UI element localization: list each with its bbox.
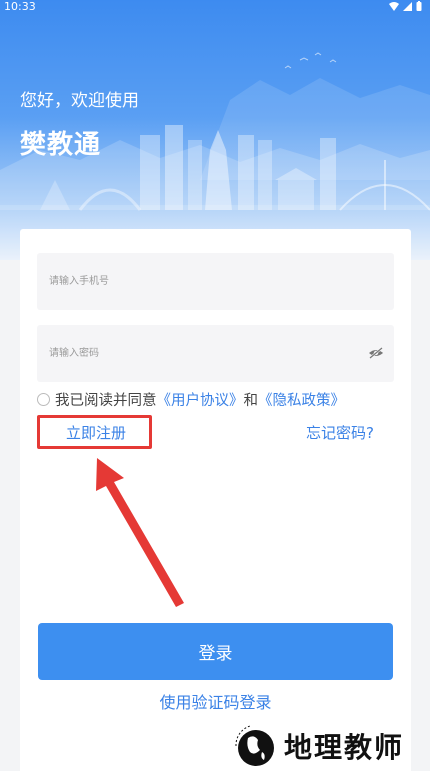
password-field-container — [37, 325, 394, 382]
phone-input[interactable] — [37, 253, 394, 310]
agreement-prefix: 我已阅读并同意 — [55, 393, 157, 409]
login-card: 我已阅读并同意 《用户协议》 和 《隐私政策》 立即注册 忘记密码? 登录 使用… — [20, 229, 411, 771]
battery-icon — [416, 1, 422, 11]
signal-icon — [403, 1, 412, 11]
phone-field-container — [37, 253, 394, 310]
login-button[interactable]: 登录 — [38, 623, 393, 680]
password-input[interactable] — [37, 325, 394, 382]
privacy-policy-link[interactable]: 《隐私政策》 — [258, 389, 345, 410]
watermark: 地理教师 — [230, 722, 404, 770]
status-bar: 10:33 — [0, 0, 430, 14]
user-agreement-link[interactable]: 《用户协议》 — [157, 389, 244, 410]
eye-hidden-icon[interactable] — [368, 345, 384, 361]
agreement-row: 我已阅读并同意 《用户协议》 和 《隐私政策》 — [37, 389, 345, 410]
sms-login-link[interactable]: 使用验证码登录 — [20, 689, 411, 713]
agreement-and: 和 — [243, 393, 259, 409]
agreement-checkbox[interactable] — [37, 393, 50, 406]
greeting-text: 您好，欢迎使用 — [20, 91, 139, 111]
register-link[interactable]: 立即注册 — [66, 422, 126, 443]
header-banner: 10:33 您好，欢迎使用 樊教通 — [0, 0, 430, 260]
watermark-text: 地理教师 — [284, 731, 405, 764]
app-title: 樊教通 — [20, 130, 102, 160]
status-time: 10:33 — [4, 0, 36, 13]
globe-logo-icon — [235, 725, 274, 766]
status-icons — [389, 1, 422, 11]
wifi-icon — [389, 1, 399, 11]
forgot-password-link[interactable]: 忘记密码? — [306, 422, 374, 443]
